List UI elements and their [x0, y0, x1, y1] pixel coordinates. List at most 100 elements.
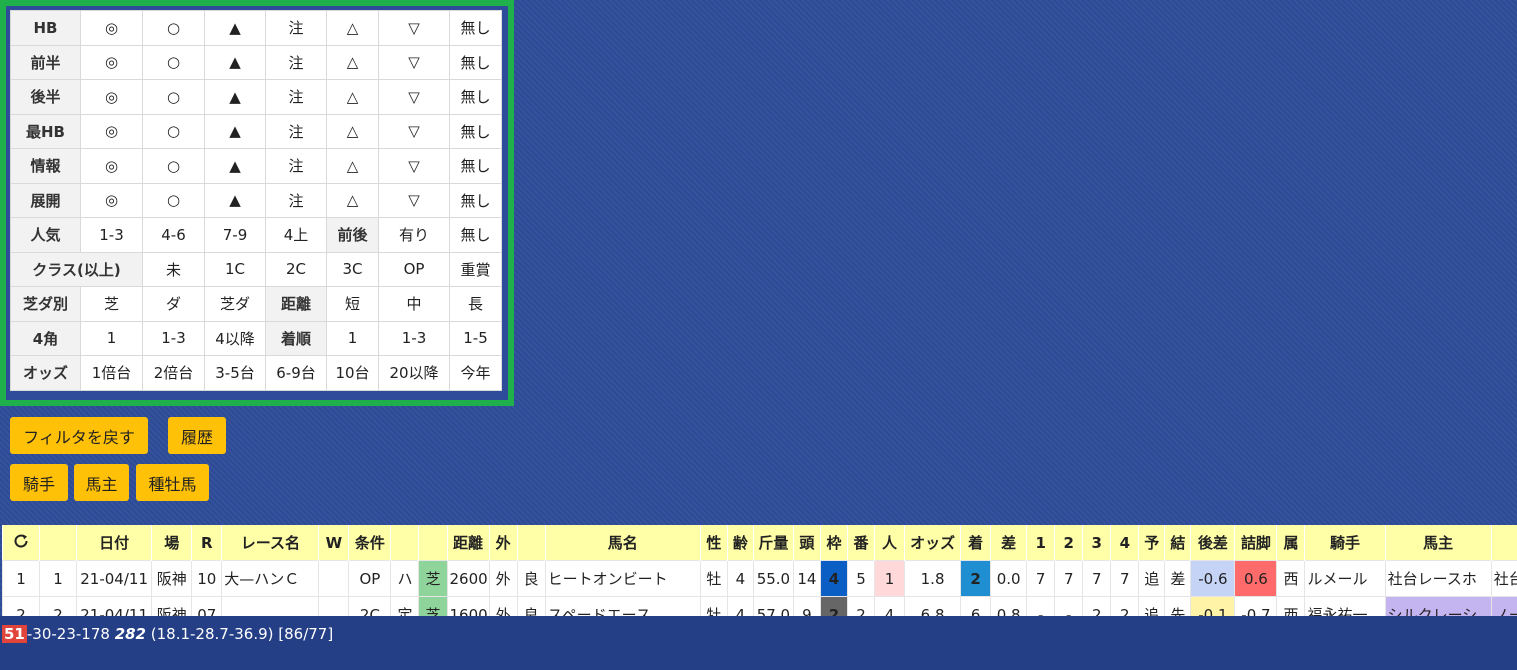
col-header[interactable]: 性: [700, 525, 728, 561]
filter-cell[interactable]: ◎: [80, 148, 143, 184]
table-row[interactable]: 2 2 21-04/11 阪神 07 2C 定芝 1600 外良スペードエース牡 4 57.0 9 2 2…: [2, 596, 1517, 616]
col-header[interactable]: 結: [1164, 525, 1192, 561]
col-header[interactable]: 騎手: [1304, 525, 1386, 561]
col-header[interactable]: 馬主: [1385, 525, 1492, 561]
filter-cell[interactable]: ◎: [80, 113, 143, 149]
filter-cell[interactable]: ○: [142, 148, 205, 184]
col-header[interactable]: 枠: [820, 525, 848, 561]
filter-cell[interactable]: 4以降: [204, 320, 266, 356]
filter-cell[interactable]: 未: [142, 251, 205, 287]
col-header[interactable]: 場: [151, 525, 193, 561]
filter-cell[interactable]: △: [326, 113, 379, 149]
table-cell[interactable]: 21-04/11: [76, 560, 153, 597]
filter-cell[interactable]: ▲: [204, 10, 266, 46]
col-header[interactable]: 着: [960, 525, 992, 561]
filter-cell[interactable]: 4-6: [142, 217, 205, 253]
filter-cell[interactable]: 中: [378, 286, 450, 322]
col-header[interactable]: 詰脚: [1234, 525, 1278, 561]
filter-cell[interactable]: 6-9台: [265, 355, 327, 391]
filter-cell[interactable]: 今年: [449, 355, 502, 391]
filter-cell[interactable]: △: [326, 148, 379, 184]
filter-cell[interactable]: 短: [326, 286, 379, 322]
col-header[interactable]: 距離: [447, 525, 490, 561]
table-cell[interactable]: ヒートオンビート: [544, 560, 701, 597]
col-header[interactable]: 予: [1138, 525, 1166, 561]
filter-cell[interactable]: ◎: [80, 44, 143, 80]
history-button[interactable]: 履歴: [168, 417, 226, 454]
filter-cell[interactable]: 無し: [449, 148, 502, 184]
filter-cell[interactable]: ▲: [204, 79, 266, 115]
filter-cell[interactable]: 1: [326, 320, 379, 356]
filter-cell[interactable]: ○: [142, 79, 205, 115]
filter-cell[interactable]: △: [326, 44, 379, 80]
filter-cell[interactable]: 無し: [449, 182, 502, 218]
filter-cell[interactable]: 2倍台: [142, 355, 205, 391]
filter-cell[interactable]: ▲: [204, 182, 266, 218]
filter-cell[interactable]: 4上: [265, 217, 327, 253]
col-header[interactable]: 属: [1276, 525, 1306, 561]
filter-cell[interactable]: OP: [378, 251, 450, 287]
filter-cell[interactable]: ◎: [80, 79, 143, 115]
col-header[interactable]: R: [191, 525, 223, 561]
filter-cell[interactable]: 1C: [204, 251, 266, 287]
filter-cell[interactable]: 注: [265, 10, 327, 46]
filter-cell[interactable]: 注: [265, 79, 327, 115]
filter-cell[interactable]: △: [326, 10, 379, 46]
filter-cell[interactable]: ▽: [378, 44, 450, 80]
refresh-icon[interactable]: [2, 525, 41, 561]
filter-cell[interactable]: ▲: [204, 113, 266, 149]
filter-cell[interactable]: 無し: [449, 79, 502, 115]
filter-cell[interactable]: 有り: [378, 217, 450, 253]
table-cell[interactable]: 21-04/11: [76, 596, 153, 616]
filter-cell[interactable]: 注: [265, 44, 327, 80]
filter-cell[interactable]: 芝: [80, 286, 143, 322]
col-header[interactable]: 外: [489, 525, 518, 561]
col-header[interactable]: 1: [1026, 525, 1056, 561]
table-row[interactable]: 1 1 21-04/11 阪神 10 大—ハンＣ OP ハ芝 2600 外良ヒートオンビート牡 4 5…: [2, 560, 1517, 597]
col-header[interactable]: 人: [874, 525, 906, 561]
filter-cell[interactable]: 無し: [449, 10, 502, 46]
filter-cell[interactable]: 重賞: [449, 251, 502, 287]
col-header[interactable]: 後差: [1190, 525, 1236, 561]
filter-cell[interactable]: 1-3: [80, 217, 143, 253]
filter-cell[interactable]: 1-3: [378, 320, 450, 356]
col-header[interactable]: 日付: [76, 525, 153, 561]
col-header[interactable]: 2: [1054, 525, 1084, 561]
col-header[interactable]: 齢: [727, 525, 754, 561]
col-header[interactable]: 斤量: [753, 525, 794, 561]
filter-cell[interactable]: ◎: [80, 10, 143, 46]
filter-cell[interactable]: ▽: [378, 182, 450, 218]
filter-cell[interactable]: △: [326, 79, 379, 115]
race-table-container[interactable]: 日付 場 R レース名 W 条件 距離 外 馬名 性 齢 斤量 頭 枠 番 人 …: [2, 525, 1517, 616]
reset-filter-button[interactable]: フィルタを戻す: [10, 417, 148, 454]
filter-cell[interactable]: 注: [265, 148, 327, 184]
col-header[interactable]: 4: [1110, 525, 1140, 561]
filter-cell[interactable]: 芝ダ: [204, 286, 266, 322]
filter-cell[interactable]: 3-5台: [204, 355, 266, 391]
filter-cell[interactable]: 長: [449, 286, 502, 322]
filter-cell[interactable]: 1-5: [449, 320, 502, 356]
sire-button[interactable]: 種牡馬: [136, 464, 209, 501]
filter-cell[interactable]: ○: [142, 10, 205, 46]
filter-cell[interactable]: 3C: [326, 251, 379, 287]
filter-cell[interactable]: 10台: [326, 355, 379, 391]
filter-cell[interactable]: ダ: [142, 286, 205, 322]
jockey-button[interactable]: 騎手: [10, 464, 68, 501]
filter-cell[interactable]: 無し: [449, 217, 502, 253]
col-header[interactable]: 頭: [793, 525, 821, 561]
col-header[interactable]: 条件: [348, 525, 392, 561]
filter-cell[interactable]: 1-3: [142, 320, 205, 356]
col-header[interactable]: W: [318, 525, 350, 561]
filter-cell[interactable]: ◎: [80, 182, 143, 218]
filter-cell[interactable]: 注: [265, 113, 327, 149]
table-cell[interactable]: スペードエース: [544, 596, 701, 616]
filter-cell[interactable]: ○: [142, 113, 205, 149]
filter-cell[interactable]: 無し: [449, 113, 502, 149]
col-header[interactable]: 3: [1082, 525, 1112, 561]
filter-cell[interactable]: ○: [142, 182, 205, 218]
filter-cell[interactable]: 20以降: [378, 355, 450, 391]
filter-cell[interactable]: 無し: [449, 44, 502, 80]
col-header[interactable]: レース名: [221, 525, 320, 561]
filter-cell[interactable]: △: [326, 182, 379, 218]
filter-cell[interactable]: ▽: [378, 148, 450, 184]
